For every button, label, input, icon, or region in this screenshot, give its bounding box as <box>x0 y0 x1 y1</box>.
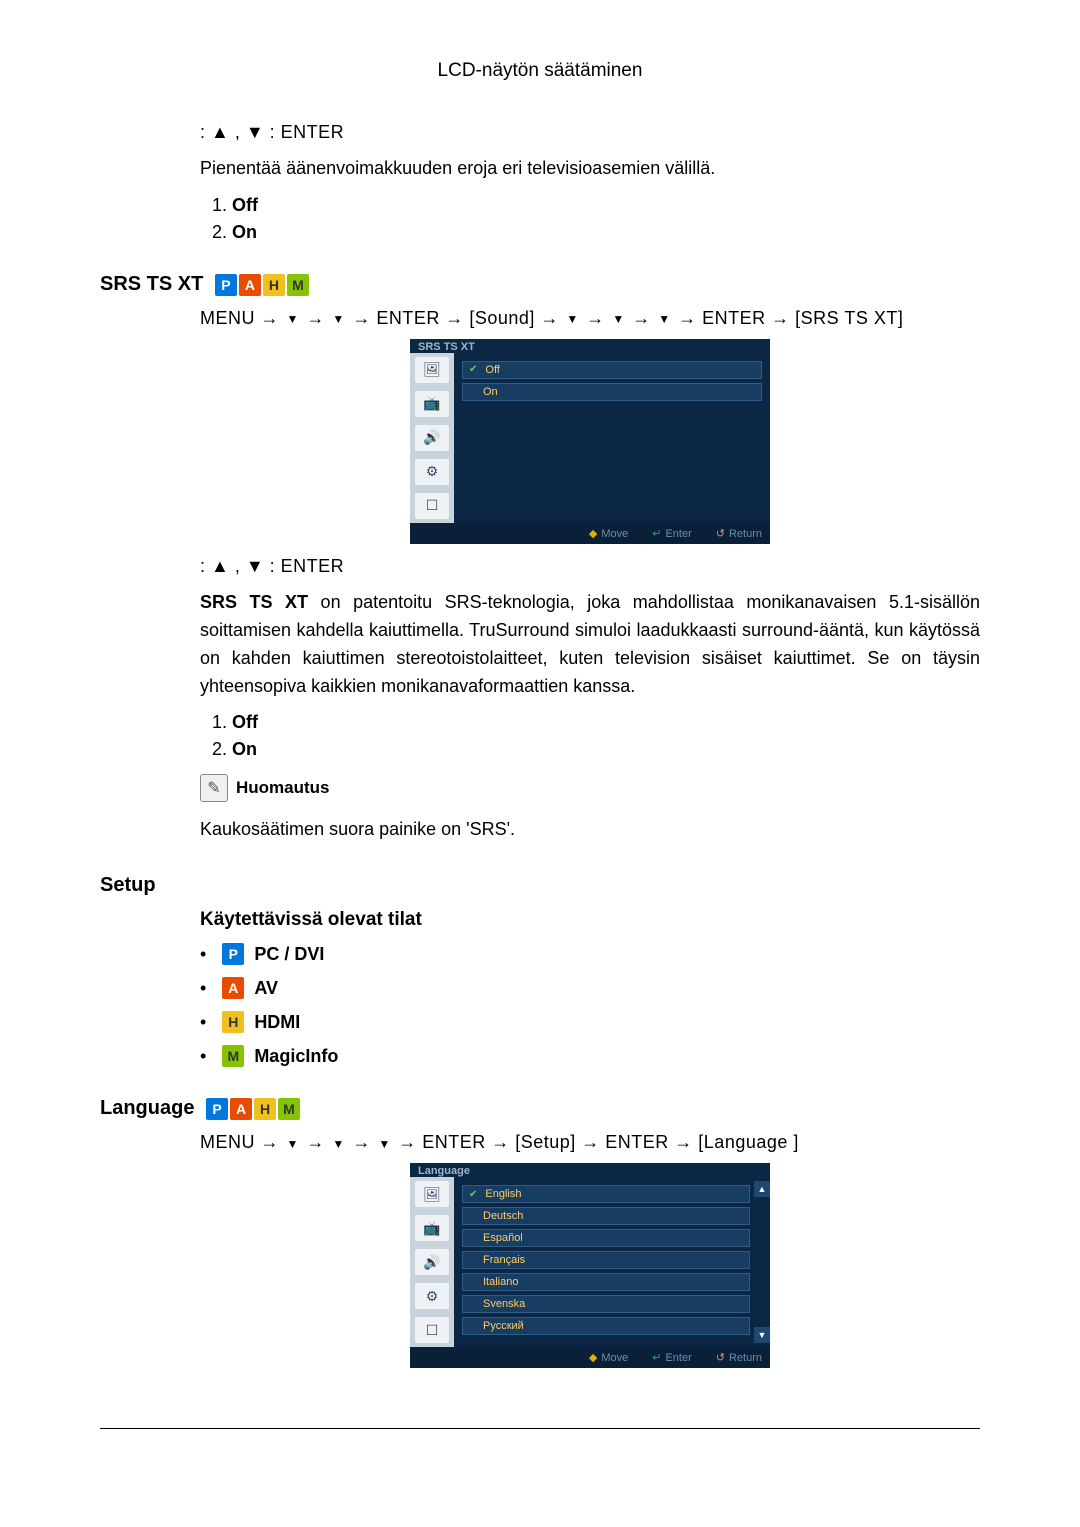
srs-options: Off On <box>200 712 980 760</box>
option-on: On <box>232 222 257 242</box>
osd-return: Return <box>716 1351 762 1364</box>
m-icon: M <box>278 1098 300 1120</box>
srs-option-on: On <box>232 739 257 759</box>
osd-move: Move <box>589 527 628 540</box>
nav-hint-1: : ▲ , ▼ : ENTER <box>200 122 980 143</box>
srs-option-off: Off <box>232 712 258 732</box>
autovol-options: Off On <box>200 195 980 243</box>
setup-subtitle: Käytettävissä olevat tilat <box>200 909 980 931</box>
a-icon: A <box>230 1098 252 1120</box>
osd-lang-italiano[interactable]: Italiano <box>462 1273 750 1291</box>
osd-srs: SRS TS XT 🖼 📺 🔊 ⚙ ☐ Off On Move <box>410 339 770 544</box>
scroll-down-icon[interactable]: ▼ <box>754 1327 770 1343</box>
autovol-desc: Pienentää äänenvoimakkuuden eroja eri te… <box>200 155 980 183</box>
osd-side-sound-icon: 🔊 <box>415 1249 449 1275</box>
osd-side-picture-icon: 🖼 <box>415 357 449 383</box>
page-header: LCD-näytön säätäminen <box>100 60 980 82</box>
osd-srs-title: SRS TS XT <box>410 339 770 353</box>
osd-enter: Enter <box>652 1351 692 1364</box>
h-icon: H <box>222 1011 244 1033</box>
scroll-up-icon[interactable]: ▲ <box>754 1181 770 1197</box>
nav-hint-2: : ▲ , ▼ : ENTER <box>200 556 980 577</box>
osd-lang-francais[interactable]: Français <box>462 1251 750 1269</box>
osd-side-setup-icon: ⚙ <box>415 1283 449 1309</box>
osd-side-input-icon: 📺 <box>415 391 449 417</box>
srs-title: SRS TS XT P A H M <box>100 273 980 296</box>
p-icon: P <box>206 1098 228 1120</box>
osd-language-title: Language <box>410 1163 770 1177</box>
osd-side-multi-icon: ☐ <box>415 1317 449 1343</box>
mode-list: P PC / DVI A AV H HDMI M MagicInfo <box>200 943 980 1067</box>
osd-side-multi-icon: ☐ <box>415 493 449 519</box>
osd-footer: Move Enter Return <box>410 523 770 544</box>
osd-enter: Enter <box>652 527 692 540</box>
note-icon: ✎ <box>200 774 228 802</box>
p-icon: P <box>222 943 244 965</box>
osd-option-off[interactable]: Off <box>462 361 762 379</box>
osd-side-sound-icon: 🔊 <box>415 425 449 451</box>
note: ✎ Huomautus <box>200 774 980 802</box>
m-icon: M <box>222 1045 244 1067</box>
mode-pc: P PC / DVI <box>200 943 980 965</box>
h-icon: H <box>254 1098 276 1120</box>
m-icon: M <box>287 274 309 296</box>
mode-av: A AV <box>200 977 980 999</box>
language-title: Language P A H M <box>100 1097 980 1120</box>
osd-lang-russian[interactable]: Русский <box>462 1317 750 1335</box>
srs-desc: SRS TS XT on patentoitu SRS-teknologia, … <box>200 589 980 701</box>
note-text: Kaukosäätimen suora painike on 'SRS'. <box>200 816 980 844</box>
srs-breadcrumb: MENU → ▼ → ▼ → ENTER → [Sound] → ▼ → ▼ →… <box>200 308 980 329</box>
h-icon: H <box>263 274 285 296</box>
footer-rule <box>100 1428 980 1429</box>
option-off: Off <box>232 195 258 215</box>
osd-move: Move <box>589 1351 628 1364</box>
osd-return: Return <box>716 527 762 540</box>
osd-lang-espanol[interactable]: Español <box>462 1229 750 1247</box>
osd-side-input-icon: 📺 <box>415 1215 449 1241</box>
mode-magicinfo: M MagicInfo <box>200 1045 980 1067</box>
a-icon: A <box>239 274 261 296</box>
osd-lang-deutsch[interactable]: Deutsch <box>462 1207 750 1225</box>
osd-lang-english[interactable]: English <box>462 1185 750 1203</box>
note-label: Huomautus <box>236 778 330 798</box>
osd-footer: Move Enter Return <box>410 1347 770 1368</box>
p-icon: P <box>215 274 237 296</box>
osd-side-setup-icon: ⚙ <box>415 459 449 485</box>
osd-sidebar: 🖼 📺 🔊 ⚙ ☐ <box>410 1177 454 1347</box>
osd-option-on[interactable]: On <box>462 383 762 401</box>
mode-hdmi: H HDMI <box>200 1011 980 1033</box>
osd-sidebar: 🖼 📺 🔊 ⚙ ☐ <box>410 353 454 523</box>
osd-lang-svenska[interactable]: Svenska <box>462 1295 750 1313</box>
language-breadcrumb: MENU → ▼ → ▼ → ▼ → ENTER → [Setup] → ENT… <box>200 1132 980 1153</box>
a-icon: A <box>222 977 244 999</box>
setup-title: Setup <box>100 874 980 897</box>
osd-side-picture-icon: 🖼 <box>415 1181 449 1207</box>
osd-language: Language 🖼 📺 🔊 ⚙ ☐ English Deutsch Españ… <box>410 1163 770 1368</box>
